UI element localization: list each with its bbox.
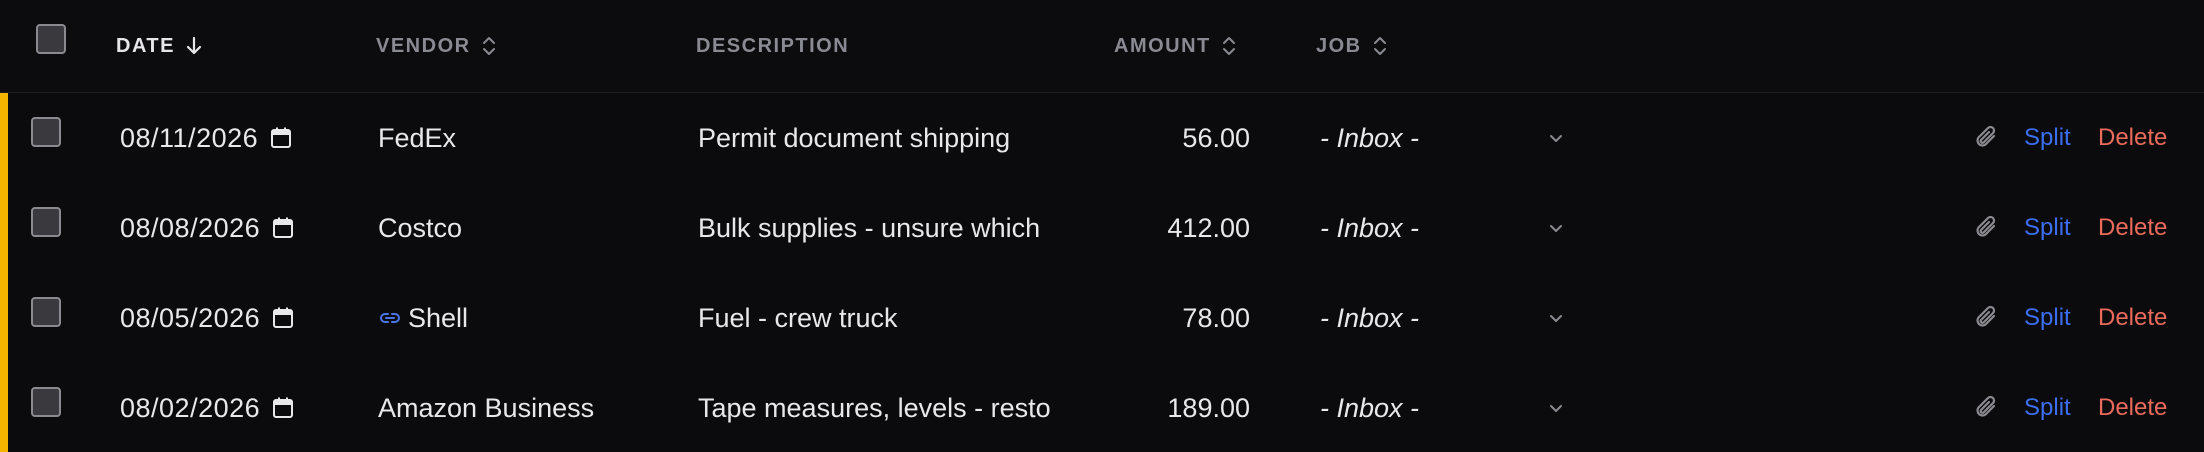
amount-field[interactable]: 78.00: [1080, 273, 1250, 363]
paperclip-icon[interactable]: [1974, 183, 2000, 273]
amount-value: 56.00: [1182, 122, 1250, 153]
split-button[interactable]: Split: [2024, 183, 2071, 273]
split-button[interactable]: Split: [2024, 93, 2071, 183]
delete-button[interactable]: Delete: [2098, 273, 2167, 363]
column-header-description: DESCRIPTION: [696, 0, 849, 92]
chevron-down-icon[interactable]: [1548, 363, 1568, 452]
date-value: 08/02/2026: [120, 392, 261, 423]
column-header-date-label: DATE: [116, 34, 175, 57]
row-status-indicator: [0, 93, 8, 183]
table-row: 08/08/2026 Costco Bulk supplies - unsure…: [0, 183, 2204, 274]
delete-button[interactable]: Delete: [2098, 93, 2167, 183]
date-value: 08/08/2026: [120, 212, 261, 243]
chevron-down-icon[interactable]: [1548, 273, 1568, 363]
date-field[interactable]: 08/02/2026: [120, 363, 320, 452]
transactions-table: DATE VENDOR DESCRIPTION AMOUNT JOB 08/11…: [0, 0, 2204, 452]
description-value: Fuel - crew truck: [698, 302, 898, 333]
job-select[interactable]: - Inbox -: [1320, 93, 1570, 183]
job-value: - Inbox -: [1320, 212, 1420, 243]
date-field[interactable]: 08/11/2026: [120, 93, 320, 183]
vendor-field[interactable]: Costco: [378, 183, 678, 273]
paperclip-icon[interactable]: [1974, 273, 2000, 363]
date-value: 08/05/2026: [120, 302, 261, 333]
column-header-description-label: DESCRIPTION: [696, 34, 850, 57]
date-field[interactable]: 08/08/2026: [120, 183, 320, 273]
column-header-amount[interactable]: AMOUNT: [1114, 0, 1237, 92]
description-value: Bulk supplies - unsure which: [698, 212, 1041, 243]
select-all-checkbox[interactable]: [36, 24, 66, 54]
row-checkbox[interactable]: [31, 207, 61, 237]
table-row: 08/02/2026 Amazon Business Tape measures…: [0, 363, 2204, 452]
split-button[interactable]: Split: [2024, 363, 2071, 452]
job-select[interactable]: - Inbox -: [1320, 183, 1570, 273]
row-status-indicator: [0, 183, 8, 273]
link-icon[interactable]: [378, 310, 402, 326]
arrow-down-icon: [185, 36, 203, 56]
amount-field[interactable]: 189.00: [1080, 363, 1250, 452]
chevron-up-down-icon: [481, 35, 497, 57]
table-header: DATE VENDOR DESCRIPTION AMOUNT JOB: [0, 0, 2204, 93]
paperclip-icon[interactable]: [1974, 93, 2000, 183]
chevron-down-icon[interactable]: [1548, 93, 1568, 183]
row-status-indicator: [0, 273, 8, 363]
job-value: - Inbox -: [1320, 392, 1420, 423]
description-field[interactable]: Permit document shipping: [698, 93, 1050, 183]
job-value: - Inbox -: [1320, 122, 1420, 153]
vendor-field[interactable]: FedEx: [378, 93, 678, 183]
calendar-icon[interactable]: [272, 216, 294, 240]
date-field[interactable]: 08/05/2026: [120, 273, 320, 363]
amount-field[interactable]: 56.00: [1080, 93, 1250, 183]
calendar-icon[interactable]: [272, 396, 294, 420]
amount-value: 412.00: [1167, 212, 1250, 243]
vendor-value: Costco: [378, 212, 463, 243]
description-value: Permit document shipping: [698, 122, 1011, 153]
paperclip-icon[interactable]: [1974, 363, 2000, 452]
vendor-field[interactable]: Amazon Business: [378, 363, 678, 452]
delete-button[interactable]: Delete: [2098, 363, 2167, 452]
chevron-up-down-icon: [1372, 35, 1388, 57]
vendor-value: Shell: [408, 302, 469, 333]
amount-value: 78.00: [1182, 302, 1250, 333]
column-header-vendor[interactable]: VENDOR: [376, 0, 497, 92]
chevron-up-down-icon: [1221, 35, 1237, 57]
job-value: - Inbox -: [1320, 302, 1420, 333]
description-field[interactable]: Fuel - crew truck: [698, 273, 1050, 363]
amount-value: 189.00: [1167, 392, 1250, 423]
delete-button[interactable]: Delete: [2098, 183, 2167, 273]
split-button[interactable]: Split: [2024, 273, 2071, 363]
column-header-amount-label: AMOUNT: [1114, 34, 1211, 57]
amount-field[interactable]: 412.00: [1080, 183, 1250, 273]
calendar-icon[interactable]: [270, 126, 292, 150]
date-value: 08/11/2026: [120, 122, 259, 153]
table-row: 08/05/2026 Shell Fuel - crew truck 78.00…: [0, 273, 2204, 364]
row-checkbox[interactable]: [31, 117, 61, 147]
table-row: 08/11/2026 FedEx Permit document shippin…: [0, 93, 2204, 184]
column-header-date[interactable]: DATE: [116, 0, 203, 92]
row-status-indicator: [0, 363, 8, 452]
chevron-down-icon[interactable]: [1548, 183, 1568, 273]
description-field[interactable]: Bulk supplies - unsure which: [698, 183, 1050, 273]
vendor-field[interactable]: Shell: [378, 273, 678, 363]
vendor-value: Amazon Business: [378, 392, 595, 423]
vendor-value: FedEx: [378, 122, 457, 153]
job-select[interactable]: - Inbox -: [1320, 273, 1570, 363]
description-value: Tape measures, levels - resto: [698, 392, 1050, 423]
row-checkbox[interactable]: [31, 297, 61, 327]
column-header-vendor-label: VENDOR: [376, 34, 471, 57]
description-field[interactable]: Tape measures, levels - resto: [698, 363, 1050, 452]
column-header-job-label: JOB: [1316, 34, 1362, 57]
calendar-icon[interactable]: [272, 306, 294, 330]
row-checkbox[interactable]: [31, 387, 61, 417]
job-select[interactable]: - Inbox -: [1320, 363, 1570, 452]
column-header-job[interactable]: JOB: [1316, 0, 1388, 92]
